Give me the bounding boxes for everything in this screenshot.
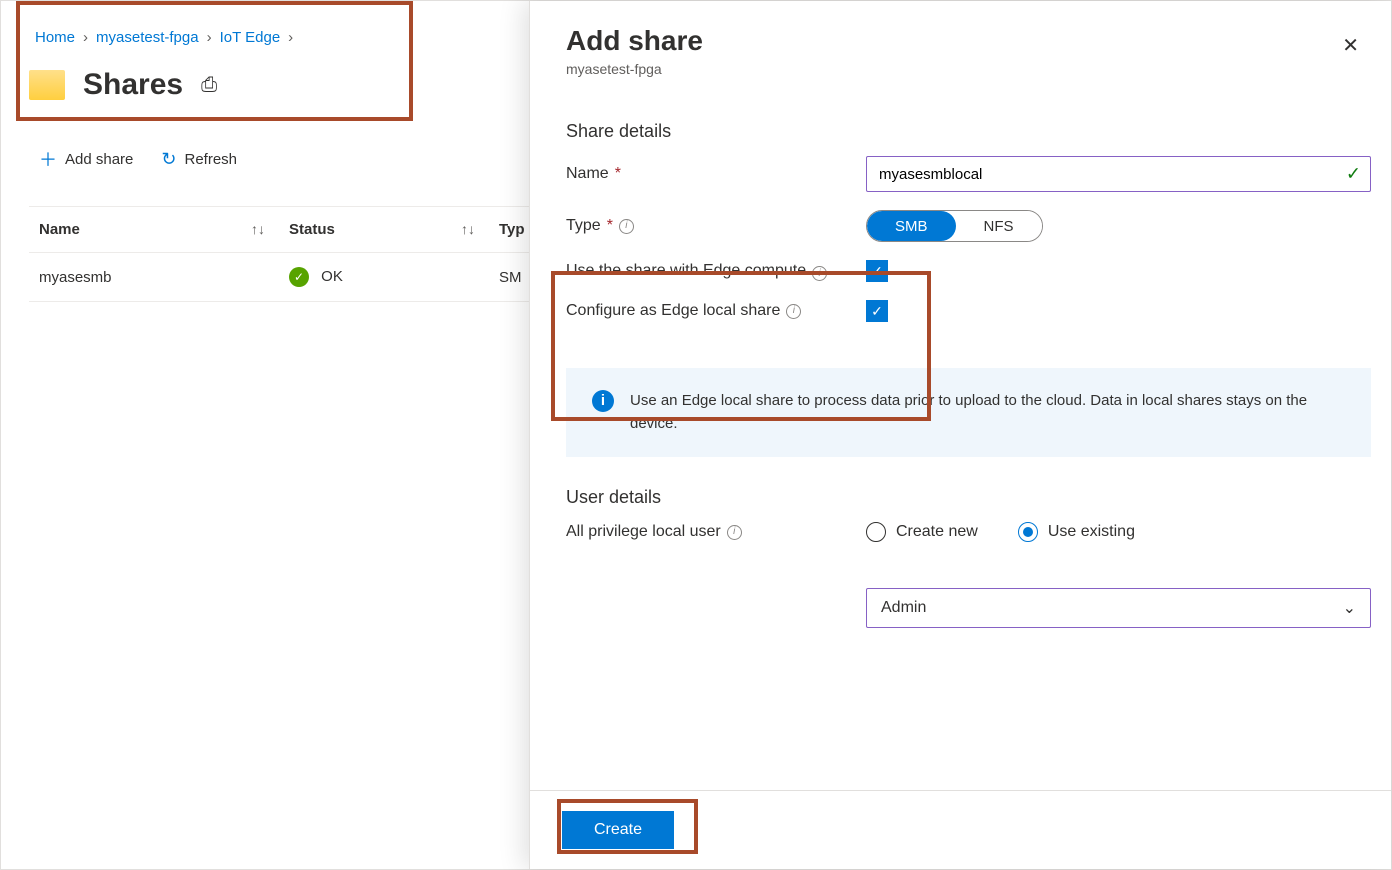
col-status[interactable]: Status ↑↓ <box>289 221 499 238</box>
close-icon[interactable]: ✕ <box>1342 33 1359 58</box>
check-circle-icon: ✓ <box>289 267 309 287</box>
share-details-heading: Share details <box>566 121 1371 142</box>
cell-status: ✓ OK <box>289 267 499 287</box>
sort-icon: ↑↓ <box>461 221 475 238</box>
radio-existing-label: Use existing <box>1048 523 1135 541</box>
folder-icon <box>29 70 65 100</box>
chevron-right-icon: › <box>207 29 212 46</box>
user-select-value: Admin <box>881 599 926 617</box>
type-label-text: Type <box>566 217 601 235</box>
edge-compute-label: Use the share with Edge compute i <box>566 260 846 281</box>
info-icon[interactable]: i <box>786 304 801 319</box>
breadcrumb-home[interactable]: Home <box>35 29 75 46</box>
radio-use-existing[interactable]: Use existing <box>1018 522 1135 542</box>
col-type-label: Typ <box>499 221 525 238</box>
pin-icon[interactable]: ⎙ <box>201 74 217 97</box>
panel-title: Add share <box>566 25 703 57</box>
type-nfs[interactable]: NFS <box>956 211 1042 241</box>
refresh-label: Refresh <box>184 151 237 168</box>
chevron-down-icon: ⌄ <box>1343 598 1356 618</box>
user-label: All privilege local user i <box>566 523 866 541</box>
cell-status-text: OK <box>321 268 343 285</box>
edge-local-label-text: Configure as Edge local share <box>566 302 780 320</box>
breadcrumb-device[interactable]: myasetest-fpga <box>96 29 199 46</box>
type-smb[interactable]: SMB <box>867 211 956 241</box>
add-share-panel: Add share myasetest-fpga ✕ Share details… <box>529 1 1391 869</box>
add-share-button[interactable]: ＋ Add share <box>39 146 133 172</box>
info-circle-icon: i <box>592 390 614 412</box>
chevron-right-icon: › <box>288 29 293 46</box>
radio-icon <box>866 522 886 542</box>
required-asterisk: * <box>615 165 621 183</box>
info-icon[interactable]: i <box>727 525 742 540</box>
user-label-text: All privilege local user <box>566 523 721 541</box>
name-label: Name * <box>566 165 866 183</box>
required-asterisk: * <box>607 217 613 235</box>
add-share-label: Add share <box>65 151 133 168</box>
info-icon[interactable]: i <box>812 266 827 281</box>
type-toggle: SMB NFS <box>866 210 1043 242</box>
plus-icon: ＋ <box>39 146 57 172</box>
edge-local-checkbox[interactable]: ✓ <box>866 300 888 322</box>
share-name-input[interactable] <box>866 156 1371 192</box>
refresh-button[interactable]: ↻ Refresh <box>161 146 237 172</box>
edge-local-label: Configure as Edge local share i <box>566 302 866 320</box>
breadcrumb-section[interactable]: IoT Edge <box>220 29 281 46</box>
create-button[interactable]: Create <box>562 811 674 849</box>
col-name-label: Name <box>39 221 80 238</box>
info-banner-text: Use an Edge local share to process data … <box>630 390 1345 435</box>
panel-subtitle: myasetest-fpga <box>566 61 703 77</box>
sort-icon: ↑↓ <box>251 221 265 238</box>
info-banner: i Use an Edge local share to process dat… <box>566 368 1371 457</box>
chevron-right-icon: › <box>83 29 88 46</box>
user-details-heading: User details <box>566 487 1371 508</box>
name-label-text: Name <box>566 165 609 183</box>
col-status-label: Status <box>289 221 335 238</box>
cell-name: myasesmb <box>39 269 289 286</box>
type-label: Type * i <box>566 217 866 235</box>
check-icon: ✓ <box>1346 164 1361 185</box>
info-icon[interactable]: i <box>619 219 634 234</box>
refresh-icon: ↻ <box>161 149 176 170</box>
user-select[interactable]: Admin ⌄ <box>866 588 1371 628</box>
page-title: Shares <box>83 68 183 102</box>
edge-compute-label-text: Use the share with Edge compute <box>566 262 806 280</box>
radio-icon <box>1018 522 1038 542</box>
radio-create-new[interactable]: Create new <box>866 522 978 542</box>
radio-create-label: Create new <box>896 523 978 541</box>
col-name[interactable]: Name ↑↓ <box>39 221 289 238</box>
edge-compute-checkbox[interactable]: ✓ <box>866 260 888 282</box>
